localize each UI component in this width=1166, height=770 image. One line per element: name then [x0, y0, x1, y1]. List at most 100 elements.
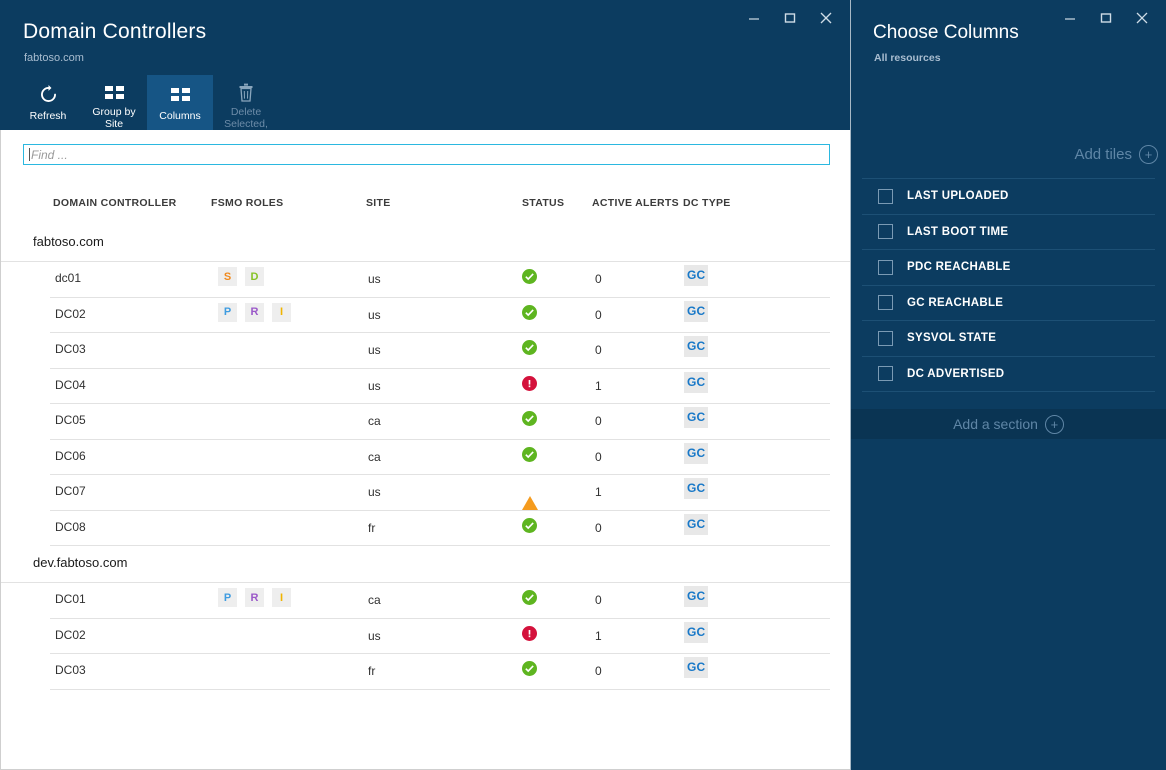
columns-label: Columns [159, 110, 201, 122]
close-icon[interactable] [1124, 4, 1160, 32]
group-by-site-button[interactable]: Group by Site [81, 75, 147, 130]
table-group-label: dev.fabtoso.com [33, 555, 128, 570]
fsmo-role-badge: R [245, 588, 264, 607]
column-option-label: SYSVOL STATE [907, 332, 997, 345]
app-root: Domain Controllers fabtoso.com Refresh G… [0, 0, 1166, 770]
fsmo-role-badge: P [218, 302, 237, 322]
table-row[interactable]: DC03 fr 0 GC [50, 654, 830, 690]
column-option-label: LAST BOOT TIME [907, 225, 1009, 238]
gc-badge: GC [684, 300, 709, 322]
cell-active-alerts: 1 [595, 485, 602, 499]
column-option-checkbox[interactable] [878, 295, 893, 311]
search-input[interactable]: Find ... [23, 144, 830, 165]
trash-icon [238, 81, 254, 103]
plus-circle-icon: + [1139, 144, 1158, 164]
table-row[interactable]: DC08 fr 0 GC [50, 511, 830, 546]
column-option-label: LAST UPLOADED [907, 190, 1009, 203]
column-option-checkbox[interactable] [878, 188, 893, 204]
cell-domain-controller: DC03 [55, 342, 86, 356]
add-tiles-button[interactable]: Add tiles + [851, 130, 1166, 178]
close-icon[interactable] [808, 4, 844, 32]
maximize-icon[interactable] [1088, 4, 1124, 32]
column-header-status[interactable]: STATUS [522, 197, 564, 209]
gc-badge: GC [684, 371, 709, 393]
grid-icon [104, 81, 124, 103]
column-option-item[interactable]: LAST UPLOADED [862, 178, 1155, 214]
column-header-fsmo-roles[interactable]: FSMO ROLES [211, 197, 283, 209]
column-option-checkbox[interactable] [878, 366, 893, 382]
column-option-checkbox[interactable] [878, 330, 893, 346]
cell-domain-controller: dc01 [55, 271, 82, 285]
gc-badge: GC [684, 407, 709, 428]
cell-site: us [368, 628, 381, 643]
table-groups: fabtoso.com dc01 S Dus 0 GC DC02 P R Ius 0 GC DC03 us… [1, 225, 850, 690]
cell-active-alerts: 0 [595, 414, 602, 428]
column-header-active-alerts[interactable]: ACTIVE ALERTS [592, 197, 679, 209]
table-row[interactable]: DC02 P R Ius 0 GC [50, 298, 830, 333]
delete-selected-button[interactable]: Delete Selected, [213, 75, 279, 130]
group-by-site-label: Group by Site [92, 106, 136, 130]
left-window-body: Find ... DOMAIN CONTROLLER FSMO ROLES SI… [0, 130, 850, 770]
column-header-site[interactable]: SITE [366, 197, 391, 209]
maximize-icon[interactable] [772, 4, 808, 32]
table-row[interactable]: DC02 us 1 GC [50, 619, 830, 654]
add-a-section-button[interactable]: Add a section + [851, 409, 1166, 439]
cell-dc-type: GC [684, 621, 709, 643]
column-header-domain-controller[interactable]: DOMAIN CONTROLLER [53, 197, 177, 209]
gc-badge: GC [684, 336, 709, 357]
cell-domain-controller: DC08 [55, 519, 86, 534]
table-row[interactable]: dc01 S Dus 0 GC [50, 262, 830, 298]
minimize-icon[interactable] [736, 4, 772, 32]
column-option-checkbox[interactable] [878, 259, 893, 275]
cell-status [522, 446, 537, 462]
cell-dc-type: GC [684, 300, 709, 322]
fsmo-role-badge: I [272, 588, 291, 607]
status-ok-icon [522, 411, 537, 426]
page-title: Domain Controllers [23, 20, 207, 43]
column-option-item[interactable]: DC ADVERTISED [862, 355, 1155, 392]
cell-status [522, 661, 537, 676]
plus-circle-icon: + [1044, 414, 1064, 434]
column-option-item[interactable]: PDC REACHABLE [862, 249, 1155, 285]
refresh-button[interactable]: Refresh [15, 75, 81, 130]
status-error-icon [522, 375, 537, 391]
table-group-header[interactable]: fabtoso.com [1, 225, 850, 262]
table-row[interactable]: DC06 ca 0 GC [50, 440, 830, 475]
table-row[interactable]: DC05 ca 0 GC [50, 404, 830, 440]
refresh-icon [38, 81, 59, 107]
cell-active-alerts: 0 [595, 449, 602, 464]
cell-dc-type: GC [684, 478, 709, 499]
column-option-item[interactable]: GC REACHABLE [862, 284, 1155, 321]
column-option-item[interactable]: LAST BOOT TIME [862, 213, 1155, 250]
cell-status [522, 517, 537, 533]
left-window-controls [736, 4, 844, 32]
cell-status [522, 590, 537, 605]
text-caret [29, 148, 30, 161]
status-ok-icon [522, 446, 537, 462]
columns-button[interactable]: Columns [147, 75, 213, 130]
table-group-header[interactable]: dev.fabtoso.com [1, 546, 850, 583]
status-ok-icon [522, 661, 537, 676]
cell-domain-controller: DC01 [55, 592, 86, 606]
status-ok-icon [522, 269, 537, 284]
table-row[interactable]: DC03 us 0 GC [50, 333, 830, 369]
column-option-checkbox[interactable] [878, 224, 893, 240]
cell-dc-type: GC [684, 265, 709, 286]
cell-site: ca [368, 449, 381, 464]
fsmo-role-badge: P [218, 588, 237, 607]
cell-active-alerts: 0 [595, 307, 602, 322]
column-header-dc-type[interactable]: DC TYPE [683, 197, 731, 209]
cell-dc-type: GC [684, 657, 709, 678]
table-row[interactable]: DC01 P R Ica 0 GC [50, 583, 830, 619]
fsmo-role-badge: S [218, 267, 237, 286]
minimize-icon[interactable] [1052, 4, 1088, 32]
cell-domain-controller: DC02 [55, 627, 86, 642]
table-row[interactable]: DC07 us 1 GC [50, 475, 830, 511]
table-row[interactable]: DC04 us 1 GC [50, 369, 830, 404]
cell-status [522, 411, 537, 426]
cell-site: us [368, 378, 381, 393]
cell-status [522, 340, 537, 355]
cell-dc-type: GC [684, 586, 709, 607]
gc-badge: GC [684, 513, 709, 535]
column-option-item[interactable]: SYSVOL STATE [862, 320, 1155, 356]
